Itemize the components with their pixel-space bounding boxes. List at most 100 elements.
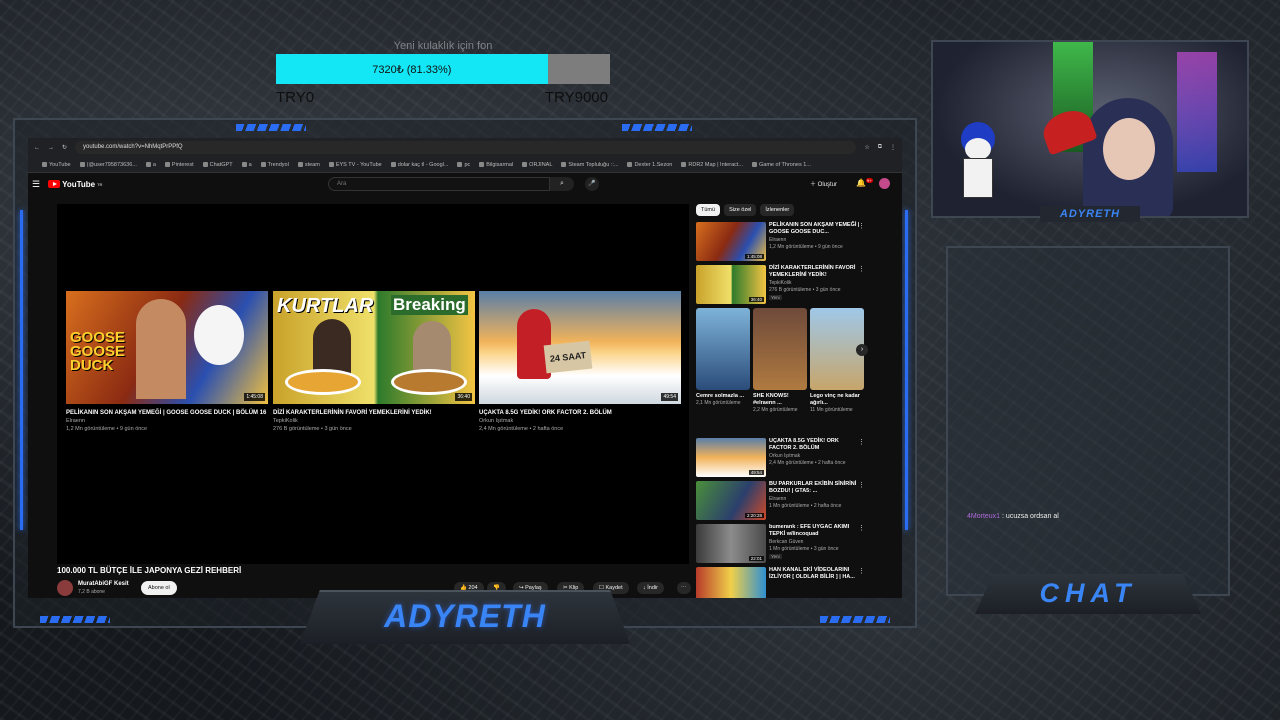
account-avatar[interactable] [879,178,890,189]
bookmark-label: Game of Thrones 1... [759,161,811,168]
bookmark-item[interactable]: dolar kaç tl - Googl... [390,162,448,168]
webcam-label: ADYRETH [1040,206,1140,222]
bookmark-label: (@user795873636... [86,161,137,168]
bookmark-item[interactable]: Game of Thrones 1... [752,162,811,168]
related-video[interactable]: 49:54 UÇAKTA 8.5G YEDİK! ORK FACTOR 2. B… [696,438,896,481]
webcam-frame [931,40,1249,218]
frame-glow-right [905,210,908,530]
short-title[interactable]: Lego vinç ne kadar ağırlı... [810,393,864,407]
related-thumbnail[interactable]: 36:40 [696,265,766,304]
bookmark-label: EYS TV - YouTube [335,161,382,168]
hamburger-menu-icon[interactable]: ☰ [32,179,40,190]
more-vert-icon[interactable]: ⋮ [858,524,865,532]
chevron-right-icon[interactable]: › [856,344,868,356]
bookmark-icon [627,161,633,167]
channel-subs: 7,2 B abone [78,589,105,595]
bookmark-item[interactable]: Dexter 1.Sezon [627,162,672,168]
bookmark-item[interactable]: ORJINAL [522,162,552,168]
end-card-thumbnail[interactable]: 24 SAAT 49:54 [479,291,681,404]
bookmark-label: Trendyol [267,161,289,168]
related-title[interactable]: DİZİ KARAKTERLERİNİN FAVORİ YEMEKLERİNİ … [769,265,861,279]
bookmark-item[interactable]: RDR2 Map | Interact... [681,162,743,168]
bookmark-item[interactable]: EYS TV - YouTube [328,161,382,168]
short-item[interactable]: Cemre solmazla ... 2,1 Mn görüntüleme [696,308,750,407]
download-button[interactable]: ↓ İndir [637,582,664,594]
chat-title-plate: CHAT [975,574,1201,614]
bookmark-item[interactable]: Steam Topluluğu ::... [561,162,618,168]
end-card-title[interactable]: UÇAKTA 8.5G YEDİK! ORK FACTOR 2. BÖLÜM [479,409,681,417]
bookmark-item[interactable]: Bilgisarmal [479,162,513,168]
search-icon[interactable]: ⌕ [550,177,574,191]
related-title[interactable]: PELİKANIN SON AKŞAM YEMEĞİ | GOOSE GOOSE… [769,222,861,236]
end-card-thumbnail[interactable]: GOOSE GOOSE DUCK 1:45:08 [66,291,268,404]
end-card-channel: TepkiKolik [273,418,298,424]
bookmark-item[interactable]: YouTube [42,162,71,168]
filter-chip[interactable]: Tümü [696,204,721,216]
filter-chip[interactable]: İzlenenler [760,204,795,216]
filter-chip[interactable]: Size özel [724,204,757,216]
short-item[interactable]: SHE KNOWS! #elraenn ... 2,2 Mn görüntüle… [753,308,807,414]
bookmark-item[interactable]: Trendyol [260,161,289,168]
bookmark-item[interactable]: pc [457,162,470,168]
channel-name[interactable]: MuratAbiGF Kesit [78,581,129,587]
extensions-icon[interactable]: ⧉ [878,144,882,151]
youtube-region: TR [97,181,103,187]
more-vert-icon[interactable]: ⋮ [858,481,865,489]
bookmark-item[interactable]: Pinterest [164,162,194,168]
related-title[interactable]: HAN KANAL EKİ VİDEOLARINI İZLİYOR [ OLDL… [769,567,861,581]
more-vert-icon[interactable]: ⋮ [858,567,865,575]
related-thumbnail[interactable]: 22:01 [696,524,766,563]
bookmark-item[interactable]: steam [297,162,320,168]
reload-icon[interactable]: ↻ [62,144,67,151]
star-icon[interactable]: ☆ [864,144,869,151]
bookmark-item[interactable]: a [241,162,252,168]
mic-icon[interactable]: 🎤 [585,177,599,191]
short-thumbnail[interactable] [753,308,807,390]
bookmark-item[interactable]: a [145,162,156,168]
related-thumbnail[interactable]: 49:54 [696,438,766,477]
end-card-channel: Elraenn [66,418,85,424]
related-video[interactable]: 22:01 bumerank : EFE UYGAC AKIMI TEPKİ w… [696,524,896,567]
related-thumbnail[interactable]: 2:20:28 [696,481,766,520]
create-button[interactable]: ＋ Oluştur [810,179,837,188]
duration-badge: 49:54 [661,393,678,401]
related-title[interactable]: UÇAKTA 8.5G YEDİK! ORK FACTOR 2. BÖLÜM [769,438,861,452]
menu-dots-icon[interactable]: ⋮ [890,144,896,151]
short-item[interactable]: Lego vinç ne kadar ağırlı... 11 Mn görün… [810,308,864,414]
video-player[interactable]: GOOSE GOOSE DUCK 1:45:08 PELİKANIN SON AKŞ… [57,204,689,564]
channel-avatar[interactable] [57,580,73,596]
end-card-thumbnail[interactable]: KURTLAR Breaking 36:40 [273,291,475,404]
related-video[interactable]: 2:20:28 BU PARKURLAR EKİBİN SİNİRİNİ BOZ… [696,481,896,524]
related-title[interactable]: BU PARKURLAR EKİBİN SİNİRİNİ BOZDU! | GT… [769,481,861,495]
related-video[interactable]: 1:45:08 PELİKANIN SON AKŞAM YEMEĞİ | GOO… [696,222,896,265]
bookmark-item[interactable]: (@user795873636... [79,161,137,168]
end-card[interactable]: 24 SAAT 49:54 UÇAKTA 8.5G YEDİK! ORK FAC… [479,291,681,433]
more-vert-icon[interactable]: ⋮ [858,265,865,273]
back-icon[interactable]: ← [34,145,40,151]
related-video[interactable]: HAN KANAL EKİ VİDEOLARINI İZLİYOR [ OLDL… [696,567,896,598]
subscribe-button[interactable]: Abone ol [141,581,177,595]
end-card-title[interactable]: DİZİ KARAKTERLERİNİN FAVORİ YEMEKLERİNİ … [273,409,475,417]
short-title[interactable]: Cemre solmazla ... [696,393,750,400]
forward-icon[interactable]: → [48,145,54,151]
end-card[interactable]: KURTLAR Breaking 36:40 DİZİ KARAKTERLERİ… [273,291,475,433]
more-actions-button[interactable]: ⋯ [677,582,691,594]
more-vert-icon[interactable]: ⋮ [858,438,865,446]
short-thumbnail[interactable] [696,308,750,390]
more-vert-icon[interactable]: ⋮ [858,222,865,230]
related-thumbnail[interactable] [696,567,766,598]
related-meta: 1,2 Mn görüntüleme • 9 gün önce [769,244,843,250]
youtube-logo[interactable]: YouTube TR [48,180,102,189]
url-field[interactable]: youtube.com/watch?v=NhMqtPrPPfQ [75,141,857,154]
frame-tab-right [622,124,692,131]
end-card[interactable]: GOOSE GOOSE DUCK 1:45:08 PELİKANIN SON AKŞ… [66,291,268,433]
bookmark-item[interactable]: ChatGPT [202,162,233,168]
related-meta: 276 B görüntüleme • 3 gün önce [769,287,841,293]
search-input[interactable]: Ara [328,177,550,191]
end-card-title[interactable]: PELİKANIN SON AKŞAM YEMEĞİ | GOOSE GOOSE… [66,409,268,417]
short-title[interactable]: SHE KNOWS! #elraenn ... [753,393,807,407]
related-thumbnail[interactable]: 1:45:08 [696,222,766,261]
related-video[interactable]: 36:40 DİZİ KARAKTERLERİNİN FAVORİ YEMEKL… [696,265,896,308]
bell-icon[interactable]: 🔔9+ [856,178,873,188]
related-title[interactable]: bumerank : EFE UYGAC AKIMI TEPKİ w/linco… [769,524,861,538]
